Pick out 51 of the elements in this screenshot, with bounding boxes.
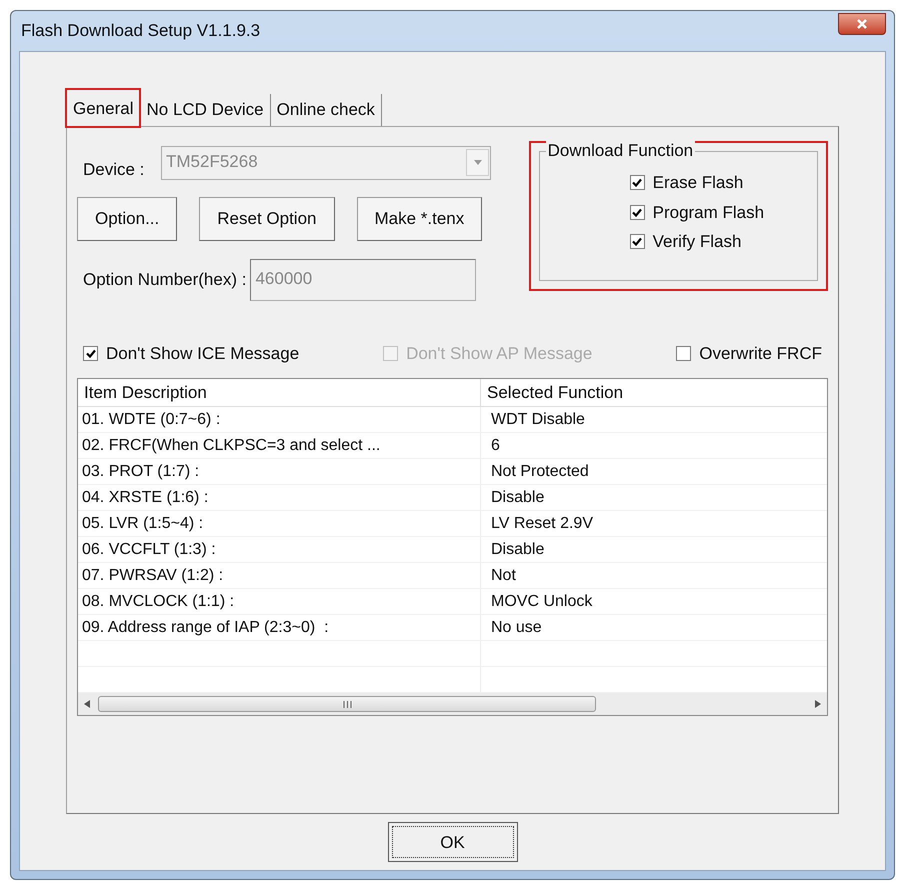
table-cell-text: Disable [491, 540, 544, 560]
checkbox-label: Verify Flash [652, 231, 742, 253]
scrollbar-thumb[interactable] [98, 696, 596, 712]
table-cell-text: LV Reset 2.9V [491, 514, 593, 534]
table-cell-text: 05. LVR (1:5~4) : [82, 514, 204, 534]
table-cell-text: 07. PWRSAV (1:2) : [82, 566, 224, 586]
table-cell-text: Disable [491, 488, 544, 508]
action-button[interactable]: Make *.tenx [356, 196, 482, 240]
checkmark-icon [632, 178, 642, 188]
table-cell-text: 6 [491, 436, 500, 456]
column-header[interactable]: Item Description [78, 379, 481, 406]
table-cell-text: No use [491, 618, 542, 638]
ok-button[interactable]: OK [388, 822, 518, 862]
window-title: Flash Download Setup V1.1.9.3 [20, 20, 260, 42]
scroll-left-icon [84, 700, 90, 708]
table-cell-text: Not [491, 566, 516, 586]
checkmark-icon [632, 237, 642, 246]
table-cell-text: 03. PROT (1:7) : [82, 462, 200, 482]
table-cell-text: 09. Address range of IAP (2:3~0) : [82, 618, 329, 638]
checkbox[interactable] [676, 346, 692, 361]
table-cell-text: 02. FRCF(When CLKPSC=3 and select ... [82, 436, 380, 456]
close-button[interactable] [838, 13, 886, 35]
action-button[interactable]: Reset Option [199, 196, 334, 240]
table-cell-text: MOVC Unlock [491, 592, 592, 612]
checkmark-icon [86, 348, 96, 358]
table-cell-text: WDT Disable [491, 410, 585, 430]
table-cell-text: 01. WDTE (0:7~6) : [82, 410, 220, 430]
horizontal-scrollbar[interactable] [78, 693, 827, 715]
device-value: TM52F5268 [166, 150, 258, 173]
checkmark-icon [632, 208, 642, 217]
column-header[interactable]: Selected Function [481, 379, 827, 406]
table-cell-text: 06. VCCFLT (1:3) : [82, 540, 216, 560]
option-number-label: Option Number(hex) : [83, 268, 246, 291]
tab[interactable]: General [66, 89, 140, 127]
close-icon [856, 18, 868, 30]
checkbox[interactable] [83, 346, 98, 361]
device-label: Device : [83, 159, 146, 181]
table-cell-text: Not Protected [491, 462, 589, 482]
checkbox-label: Program Flash [652, 202, 764, 224]
action-button[interactable]: Option... [77, 196, 178, 240]
scroll-right-icon [815, 700, 821, 708]
checkbox-label: Don't Show ICE Message [106, 342, 300, 364]
table-cell-text: 04. XRSTE (1:6) : [82, 488, 208, 508]
checkbox[interactable] [630, 204, 645, 220]
grip-icon [342, 700, 352, 708]
checkbox-label: Don't Show AP Message [406, 342, 592, 364]
checkbox-label: Erase Flash [652, 172, 744, 194]
checkbox[interactable] [630, 234, 645, 250]
checkbox[interactable] [630, 175, 645, 190]
checkbox-label: Overwrite FRCF [699, 342, 822, 364]
table-cell-text: 08. MVCLOCK (1:1) : [82, 592, 234, 612]
